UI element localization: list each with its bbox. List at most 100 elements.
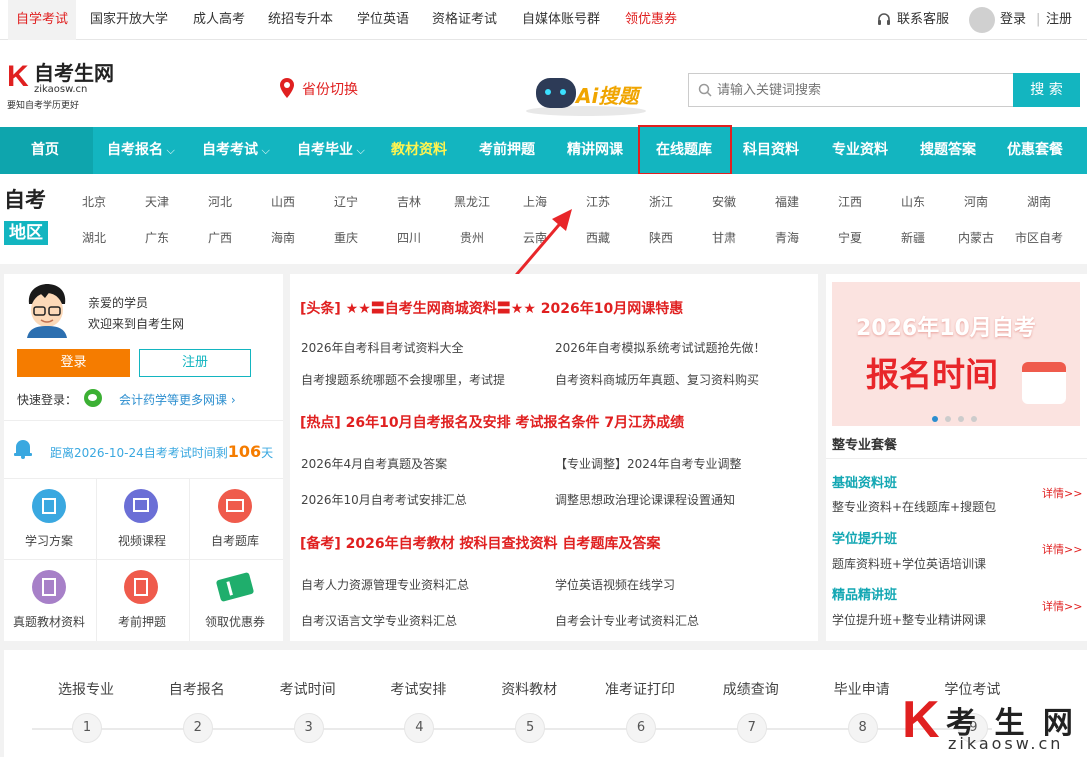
step-label[interactable]: 考试安排 (368, 679, 468, 699)
nav-item-wangke[interactable]: 精讲网课 (567, 127, 623, 174)
package-name[interactable]: 精品精讲班 (832, 584, 897, 603)
video-course-label[interactable]: 视频课程 (97, 532, 187, 549)
region-link[interactable]: 湖北 (64, 229, 124, 246)
region-link[interactable]: 宁夏 (820, 229, 880, 246)
province-switch[interactable]: 省份切换 (302, 79, 358, 99)
nav-item-tiku[interactable]: 在线题库 (656, 127, 712, 174)
news-link[interactable]: 学位英语视频在线学习 (555, 576, 675, 593)
nav-item-biye[interactable]: 自考毕业 ⌵ (297, 127, 365, 174)
news-link[interactable]: 自考搜题系统哪题不会搜哪里，考试提 (301, 371, 505, 388)
top-link-chengren[interactable]: 成人高考 (193, 0, 245, 40)
nav-item-yati[interactable]: 考前押题 (479, 127, 535, 174)
news-link[interactable]: 调整思想政治理论课课程设置通知 (555, 491, 735, 508)
study-plan-label[interactable]: 学习方案 (4, 532, 94, 549)
top-link-coupon[interactable]: 领优惠券 (625, 0, 677, 40)
register-link[interactable]: 注册 (1046, 0, 1072, 40)
news-link[interactable]: 2026年自考科目考试资料大全 (301, 339, 464, 356)
textbook-icon[interactable] (32, 570, 66, 604)
region-link[interactable]: 山西 (253, 193, 313, 210)
nav-item-taocan[interactable]: 优惠套餐 (1007, 127, 1063, 174)
carousel-dot[interactable] (971, 416, 977, 422)
step-label[interactable]: 成绩查询 (701, 679, 801, 699)
search-button[interactable]: 搜 索 (1013, 73, 1080, 107)
carousel-dot[interactable] (932, 416, 938, 422)
region-link[interactable]: 新疆 (883, 229, 943, 246)
news-link[interactable]: 【专业调整】2024年自考专业调整 (555, 455, 742, 472)
nav-item-kemu[interactable]: 科目资料 (743, 127, 799, 174)
news-link[interactable]: 2026年4月自考真题及答案 (301, 455, 447, 472)
news-link[interactable]: 2026年10月自考考试安排汇总 (301, 491, 467, 508)
textbook-label[interactable]: 真题教材资料 (4, 613, 94, 630)
ai-search-badge[interactable]: Ai搜题 (526, 70, 656, 118)
region-link[interactable]: 青海 (757, 229, 817, 246)
package-more-link[interactable]: 详情>> (1042, 598, 1082, 614)
region-link[interactable]: 重庆 (316, 229, 376, 246)
nav-item-jiaocai[interactable]: 教材资料 (391, 127, 447, 174)
region-link[interactable]: 陕西 (631, 229, 691, 246)
top-link-xuewei[interactable]: 学位英语 (357, 0, 409, 40)
top-link-zixue[interactable]: 自学考试 (8, 0, 77, 40)
top-link-zigezheng[interactable]: 资格证考试 (432, 0, 497, 40)
region-link[interactable]: 湖南 (1009, 193, 1069, 210)
package-name[interactable]: 基础资料班 (832, 472, 897, 491)
wechat-icon[interactable] (84, 389, 102, 407)
region-link[interactable]: 河北 (190, 193, 250, 210)
search-input[interactable] (717, 74, 1007, 106)
video-course-icon[interactable] (124, 489, 158, 523)
news-link[interactable]: 自考资料商城历年真题、复习资料购买 (555, 371, 759, 388)
carousel-dot[interactable] (958, 416, 964, 422)
step-label[interactable]: 资料教材 (479, 679, 579, 699)
region-link[interactable]: 海南 (253, 229, 313, 246)
region-link[interactable]: 安徽 (694, 193, 754, 210)
prep-heading[interactable]: [备考] 2026年自考教材 按科目查找资料 自考题库及答案 (300, 533, 660, 553)
news-link[interactable]: 自考人力资源管理专业资料汇总 (301, 576, 469, 593)
news-link[interactable]: 2026年自考模拟系统考试试题抢先做！ (555, 339, 766, 356)
region-link[interactable]: 四川 (379, 229, 439, 246)
exam-tips-icon[interactable] (124, 570, 158, 604)
region-link[interactable]: 广西 (190, 229, 250, 246)
region-link[interactable]: 市区自考 (1009, 229, 1069, 246)
nav-item-home[interactable]: 首页 (31, 127, 59, 174)
nav-item-kaoshi[interactable]: 自考考试 ⌵ (202, 127, 270, 174)
question-bank-label[interactable]: 自考题库 (190, 532, 280, 549)
package-name[interactable]: 学位提升班 (832, 528, 897, 547)
region-link[interactable]: 北京 (64, 193, 124, 210)
step-label[interactable]: 选报专业 (36, 679, 136, 699)
login-link[interactable]: 登录 (1000, 0, 1026, 40)
promo-banner[interactable]: 2026年10月自考 报名时间 (832, 282, 1080, 426)
region-link[interactable]: 吉林 (379, 193, 439, 210)
region-link[interactable]: 内蒙古 (946, 229, 1006, 246)
step-label[interactable]: 考试时间 (258, 679, 358, 699)
nav-item-soti[interactable]: 搜题答案 (920, 127, 976, 174)
more-courses-link[interactable]: 会计药学等更多网课 › (119, 391, 236, 408)
headline[interactable]: [头条] ★★〓自考生网商城资料〓★★ 2026年10月网课特惠 (300, 298, 683, 318)
region-link[interactable]: 山东 (883, 193, 943, 210)
nav-item-baoming[interactable]: 自考报名 ⌵ (107, 127, 175, 174)
contact-service-link[interactable]: 联系客服 (897, 0, 949, 40)
step-label[interactable]: 毕业申请 (812, 679, 912, 699)
coupon-icon[interactable] (215, 571, 255, 603)
step-label[interactable]: 准考证打印 (590, 679, 690, 699)
step-label[interactable]: 自考报名 (147, 679, 247, 699)
region-link[interactable]: 福建 (757, 193, 817, 210)
login-button[interactable]: 登录 (17, 349, 130, 377)
news-link[interactable]: 自考汉语言文学专业资料汇总 (301, 612, 457, 629)
news-link[interactable]: 自考会计专业考试资料汇总 (555, 612, 699, 629)
study-plan-icon[interactable] (32, 489, 66, 523)
hot-heading[interactable]: [热点] 26年10月自考报名及安排 考试报名条件 7月江苏成绩 (300, 412, 684, 432)
nav-item-zhuanye[interactable]: 专业资料 (832, 127, 888, 174)
region-link[interactable]: 河南 (946, 193, 1006, 210)
region-link[interactable]: 江西 (820, 193, 880, 210)
package-more-link[interactable]: 详情>> (1042, 485, 1082, 501)
register-button[interactable]: 注册 (139, 349, 251, 377)
region-link[interactable]: 天津 (127, 193, 187, 210)
region-link[interactable]: 甘肃 (694, 229, 754, 246)
top-link-zhuanshengben[interactable]: 统招专升本 (268, 0, 333, 40)
exam-tips-label[interactable]: 考前押题 (97, 613, 187, 630)
top-link-kaifang[interactable]: 国家开放大学 (90, 0, 168, 40)
region-link[interactable]: 广东 (127, 229, 187, 246)
region-link[interactable]: 辽宁 (316, 193, 376, 210)
coupon-label[interactable]: 领取优惠券 (190, 613, 280, 630)
question-bank-icon[interactable] (218, 489, 252, 523)
package-more-link[interactable]: 详情>> (1042, 541, 1082, 557)
